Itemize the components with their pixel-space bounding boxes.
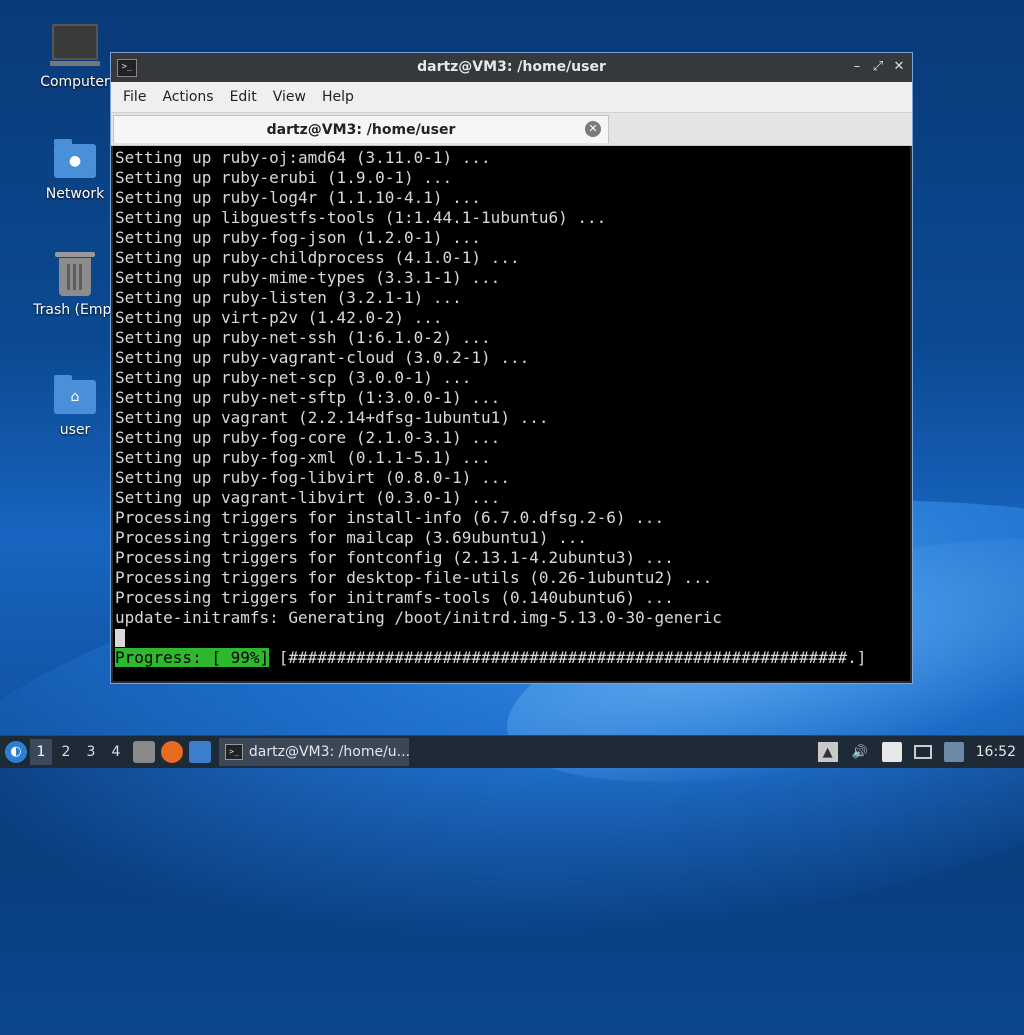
network-folder-icon: ● [54, 139, 96, 178]
terminal-line: Processing triggers for fontconfig (2.13… [115, 548, 674, 567]
terminal-line: update-initramfs: Generating /boot/initr… [115, 608, 722, 627]
menu-edit[interactable]: Edit [222, 89, 265, 105]
terminal-task-icon: >_ [225, 744, 243, 760]
close-button[interactable]: ✕ [890, 58, 908, 76]
terminal-line: Setting up ruby-net-sftp (1:3.0.0-1) ... [115, 388, 501, 407]
tab-bar: dartz@VM3: /home/user ✕ [111, 113, 912, 146]
workspace-3[interactable]: 3 [80, 739, 102, 765]
tab-close-icon[interactable]: ✕ [585, 121, 601, 137]
terminal-line: Setting up virt-p2v (1.42.0-2) ... [115, 308, 443, 327]
clipboard-icon[interactable] [881, 742, 902, 762]
start-menu-icon[interactable]: ◐ [5, 741, 27, 763]
minimize-button[interactable]: – [848, 58, 866, 76]
firefox-icon[interactable] [161, 741, 183, 763]
terminal-line: Setting up ruby-mime-types (3.3.1-1) ... [115, 268, 501, 287]
terminal-line: Setting up ruby-oj:amd64 (3.11.0-1) ... [115, 148, 491, 167]
taskbar: ◐ 1 2 3 4 >_ dartz@VM3: /home/u... ▲ 🔊 1… [0, 735, 1024, 768]
terminal-lines: Setting up ruby-oj:amd64 (3.11.0-1) ... S… [115, 148, 910, 628]
terminal-line: Setting up ruby-fog-xml (0.1.1-5.1) ... [115, 448, 491, 467]
menu-view[interactable]: View [265, 89, 314, 105]
workspace-2[interactable]: 2 [55, 739, 77, 765]
update-notifier-icon[interactable]: ▲ [817, 742, 838, 762]
window-title: dartz@VM3: /home/user [417, 59, 606, 75]
tab-label: dartz@VM3: /home/user [266, 122, 456, 138]
terminal-output[interactable]: Setting up ruby-oj:amd64 (3.11.0-1) ... S… [113, 146, 910, 681]
network-icon[interactable] [913, 745, 932, 759]
terminal-line: Setting up ruby-vagrant-cloud (3.0.2-1) … [115, 348, 530, 367]
menu-help[interactable]: Help [314, 89, 362, 105]
terminal-line: Processing triggers for desktop-file-uti… [115, 568, 713, 587]
progress-bar-text: [#######################################… [278, 648, 867, 667]
terminal-line: Setting up ruby-fog-json (1.2.0-1) ... [115, 228, 482, 247]
terminal-line: Setting up ruby-childprocess (4.1.0-1) .… [115, 248, 520, 267]
terminal-line: Setting up vagrant-libvirt (0.3.0-1) ... [115, 488, 501, 507]
terminal-line: Setting up ruby-net-ssh (1:6.1.0-2) ... [115, 328, 491, 347]
text-cursor [115, 629, 125, 647]
volume-icon[interactable]: 🔊 [850, 742, 870, 762]
progress-line: Progress: [ 99%] [######################… [115, 648, 910, 668]
menu-actions[interactable]: Actions [154, 89, 221, 105]
window-titlebar[interactable]: >_ dartz@VM3: /home/user – ⤢ ✕ [111, 53, 912, 82]
terminal-line: Setting up ruby-fog-core (2.1.0-3.1) ... [115, 428, 501, 447]
menu-bar: File Actions Edit View Help [111, 82, 912, 113]
computer-icon [50, 24, 100, 66]
trash-icon [55, 252, 95, 296]
cursor-line [115, 628, 910, 648]
terminal-line: Processing triggers for mailcap (3.69ubu… [115, 528, 588, 547]
terminal-line: Setting up libguestfs-tools (1:1.44.1-1u… [115, 208, 607, 227]
workspace-1[interactable]: 1 [30, 739, 52, 765]
terminal-line: Setting up ruby-erubi (1.9.0-1) ... [115, 168, 453, 187]
terminal-tab[interactable]: dartz@VM3: /home/user ✕ [113, 115, 609, 143]
system-tray: ▲ 🔊 16:52 [817, 736, 1024, 768]
terminal-line: Setting up ruby-listen (3.2.1-1) ... [115, 288, 462, 307]
terminal-line: Setting up ruby-net-scp (3.0.0-1) ... [115, 368, 472, 387]
menu-file[interactable]: File [115, 89, 154, 105]
notification-icon[interactable] [943, 742, 964, 762]
task-label: dartz@VM3: /home/u... [248, 744, 409, 760]
clock: 16:52 [975, 744, 1016, 760]
show-desktop-icon[interactable] [189, 741, 211, 763]
terminal-line: Setting up vagrant (2.2.14+dfsg-1ubuntu1… [115, 408, 549, 427]
progress-label: Progress: [ 99%] [115, 648, 270, 667]
taskbar-task-terminal[interactable]: >_ dartz@VM3: /home/u... [219, 738, 409, 766]
home-folder-icon: ⌂ [54, 375, 96, 414]
workspace-4[interactable]: 4 [105, 739, 127, 765]
terminal-window[interactable]: >_ dartz@VM3: /home/user – ⤢ ✕ File Acti… [110, 52, 913, 684]
terminal-line: Processing triggers for install-info (6.… [115, 508, 665, 527]
file-manager-icon[interactable] [133, 741, 155, 763]
terminal-line: Setting up ruby-fog-libvirt (0.8.0-1) ..… [115, 468, 510, 487]
terminal-line: Setting up ruby-log4r (1.1.10-4.1) ... [115, 188, 482, 207]
terminal-line: Processing triggers for initramfs-tools … [115, 588, 674, 607]
maximize-button[interactable]: ⤢ [869, 58, 887, 76]
